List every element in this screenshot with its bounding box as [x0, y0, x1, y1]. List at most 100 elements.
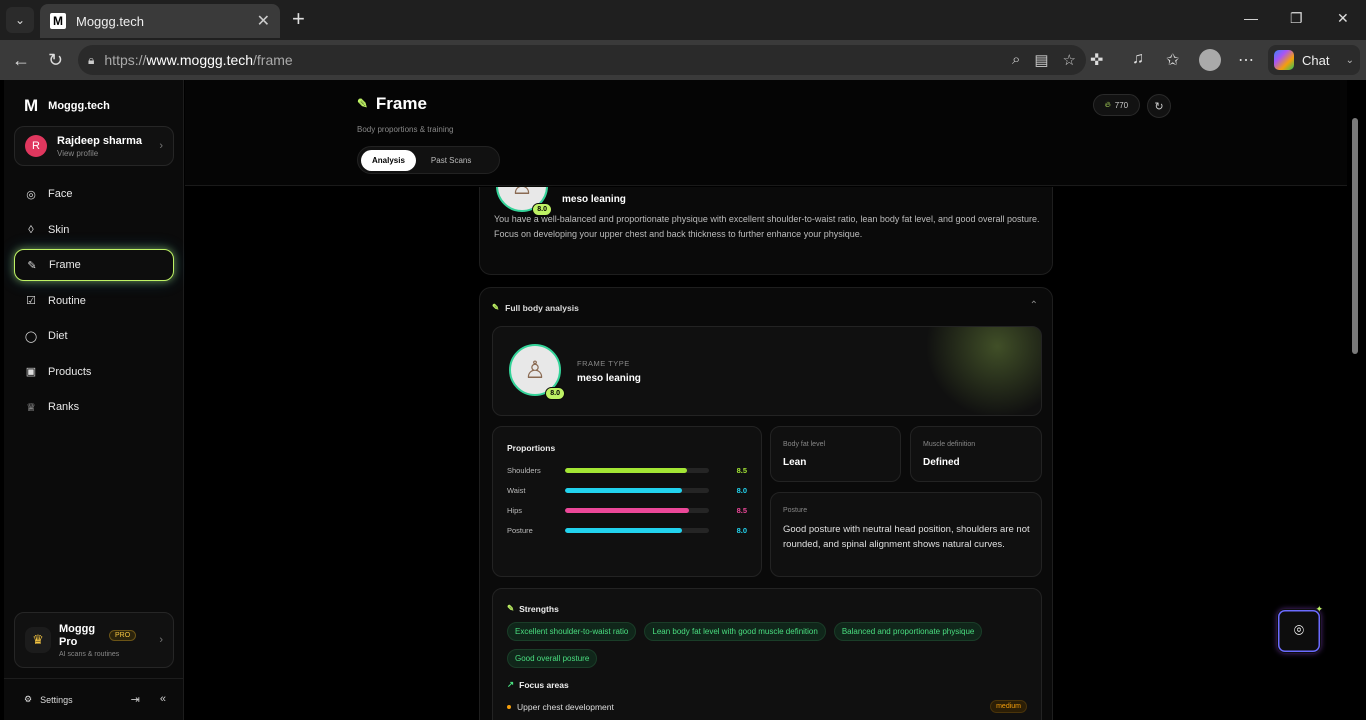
gear-icon[interactable]: ⚙ [24, 694, 32, 705]
frame-type-label: FRAME TYPE [577, 359, 630, 368]
scan-button[interactable]: ⌾ ✦ [1277, 604, 1323, 653]
strengths-title: ✎ Strengths [507, 603, 559, 614]
face-scan-icon: ◎ [26, 188, 36, 201]
proportion-value: 8.5 [736, 505, 747, 515]
main-area: ✎ Frame Body proportions & training Anal… [185, 80, 1362, 720]
flame-icon: 🔥︎ [1104, 100, 1111, 109]
camera-scan-icon: ⌾ [1293, 621, 1305, 640]
tab-search-button[interactable]: ⌄ [6, 7, 34, 33]
pro-upgrade-card[interactable]: ♛ Moggg Pro PRO AI scans & routines › [14, 612, 174, 668]
tab-close-icon[interactable]: ✕ [257, 11, 270, 31]
proportion-row: Shoulders 8.5 [507, 465, 747, 475]
focus-item: Upper chest development medium [507, 700, 1027, 713]
strength-chip: Excellent shoulder-to-waist ratio [507, 622, 637, 641]
close-window-icon[interactable]: ✕ [1337, 10, 1349, 27]
dumbbell-icon: ✎ [357, 96, 368, 111]
body-fat-panel: Body fat level Lean [770, 426, 901, 482]
site-info-icon[interactable]: 🔒︎ [88, 53, 94, 68]
zoom-icon[interactable]: ⌕ [1012, 51, 1020, 69]
sidebar-item-products[interactable]: ▣ Products [14, 356, 174, 388]
address-bar[interactable]: 🔒︎ https://www.moggg.tech/frame ⌕ ▤ ☆ [78, 45, 1086, 75]
favorites-icon[interactable]: ✩ [1166, 50, 1179, 70]
profile-card[interactable]: R Rajdeep sharma View profile › [14, 126, 174, 166]
sidebar-item-label: Routine [48, 294, 86, 307]
sidebar: M Moggg.tech R Rajdeep sharma View profi… [4, 80, 184, 720]
muscle-definition-label: Muscle definition [923, 441, 976, 448]
browser-toolbar: ← ↻ 🔒︎ https://www.moggg.tech/frame ⌕ ▤ … [0, 40, 1366, 80]
minimize-icon[interactable]: — [1244, 10, 1258, 26]
apple-icon: ◯ [24, 330, 38, 343]
posture-panel: Posture Good posture with neutral head p… [770, 492, 1042, 577]
profile-sub: View profile [57, 148, 99, 158]
new-tab-icon[interactable]: + [292, 8, 305, 30]
sidebar-item-label: Face [48, 188, 73, 200]
browser-profile-avatar[interactable] [1199, 49, 1221, 71]
dumbbell-icon: ✎ [492, 302, 500, 312]
sidebar-item-diet[interactable]: ◯ Diet [14, 320, 174, 352]
proportion-label: Waist [507, 485, 526, 495]
tab-favicon-icon: M [50, 13, 66, 29]
settings-link[interactable]: Settings [40, 695, 73, 705]
back-icon[interactable]: ← [12, 50, 30, 71]
extensions-icon[interactable]: ✜ [1090, 50, 1103, 70]
logout-icon[interactable]: ⇥ [131, 693, 140, 706]
frame-type-value: meso leaning [577, 373, 641, 384]
posture-text: Good posture with neutral head position,… [783, 524, 1030, 550]
proportions-title: Proportions [507, 443, 556, 453]
proportion-label: Shoulders [507, 465, 541, 475]
checkbox-icon: ☑ [26, 295, 36, 307]
proportion-bar-track [565, 507, 709, 513]
summary-card: ♙ 8.0 meso leaning You have a well-balan… [479, 187, 1053, 275]
more-menu-icon[interactable]: ⋯ [1238, 50, 1254, 70]
sidebar-item-ranks[interactable]: ♕ Ranks [14, 391, 174, 423]
score-badge: 8.0 [545, 387, 565, 400]
frame-type-panel: ♙ 8.0 FRAME TYPE meso leaning [492, 326, 1042, 416]
favorite-star-icon[interactable]: ☆ [1063, 51, 1076, 69]
scrollbar-thumb[interactable] [1352, 118, 1358, 354]
sidebar-item-routine[interactable]: ☑ Routine [14, 285, 174, 317]
strength-chip: Balanced and proportionate physique [833, 622, 983, 641]
brand-name: Moggg.tech [48, 100, 110, 112]
proportion-bar-fill [565, 467, 688, 473]
droplet-icon: ◊ [28, 223, 34, 236]
focus-areas-title: ↗ Focus areas [507, 679, 569, 690]
proportion-value: 8.0 [736, 525, 747, 535]
strength-chip: Lean body fat level with good muscle def… [644, 622, 826, 641]
maximize-icon[interactable]: ❐ [1290, 10, 1303, 27]
focus-item-label: Upper chest development [517, 701, 614, 712]
refresh-button[interactable]: ↻ [1147, 94, 1171, 118]
full-body-analysis-card: ✎ Full body analysis ⌃ ♙ 8.0 FRAME TYPE … [479, 287, 1053, 720]
collapse-sidebar-icon[interactable]: « [160, 693, 166, 706]
copilot-chat-button[interactable]: Chat ⌄ [1268, 45, 1360, 75]
reload-icon[interactable]: ↻ [48, 50, 63, 71]
bullet-dot [507, 704, 511, 709]
chevron-down-icon[interactable]: ⌄ [1346, 55, 1354, 66]
trophy-icon: ♕ [26, 401, 36, 414]
proportions-panel: Proportions Shoulders 8.5 Waist 8.0 Hips 8.5 P… [492, 426, 762, 577]
media-icon[interactable]: ♫ [1132, 50, 1144, 68]
sidebar-item-skin[interactable]: ◊ Skin [14, 214, 174, 246]
sidebar-item-label: Frame [49, 259, 81, 271]
strength-chips: Excellent shoulder-to-waist ratio Lean bo… [507, 622, 1027, 668]
analysis-header[interactable]: ✎ Full body analysis [492, 302, 579, 313]
tab-analysis[interactable]: Analysis [361, 149, 416, 171]
tab-past-scans[interactable]: Past Scans [420, 150, 482, 171]
browser-tab[interactable]: M Moggg.tech ✕ [40, 4, 280, 38]
reader-icon[interactable]: ▤ [1034, 51, 1048, 69]
proportion-row: Posture 8.0 [507, 525, 747, 535]
proportion-bar-track [565, 467, 709, 473]
priority-badge: medium [990, 700, 1027, 713]
points-badge[interactable]: 🔥︎ 770 [1093, 94, 1140, 116]
proportion-bar-track [565, 527, 709, 533]
strength-chip: Good overall posture [507, 649, 598, 668]
view-tabs: Analysis Past Scans [357, 146, 500, 174]
proportion-bar-fill [565, 527, 682, 533]
body-fat-label: Body fat level [783, 441, 826, 448]
sidebar-item-face[interactable]: ◎ Face [14, 178, 174, 210]
pro-title: Moggg Pro [59, 622, 96, 648]
sidebar-item-frame[interactable]: ✎ Frame [14, 249, 174, 281]
box-icon: ▣ [25, 366, 37, 378]
chevron-up-icon[interactable]: ⌃ [1030, 300, 1038, 311]
brand[interactable]: M Moggg.tech [24, 96, 110, 116]
scrollbar[interactable] [1351, 80, 1359, 720]
